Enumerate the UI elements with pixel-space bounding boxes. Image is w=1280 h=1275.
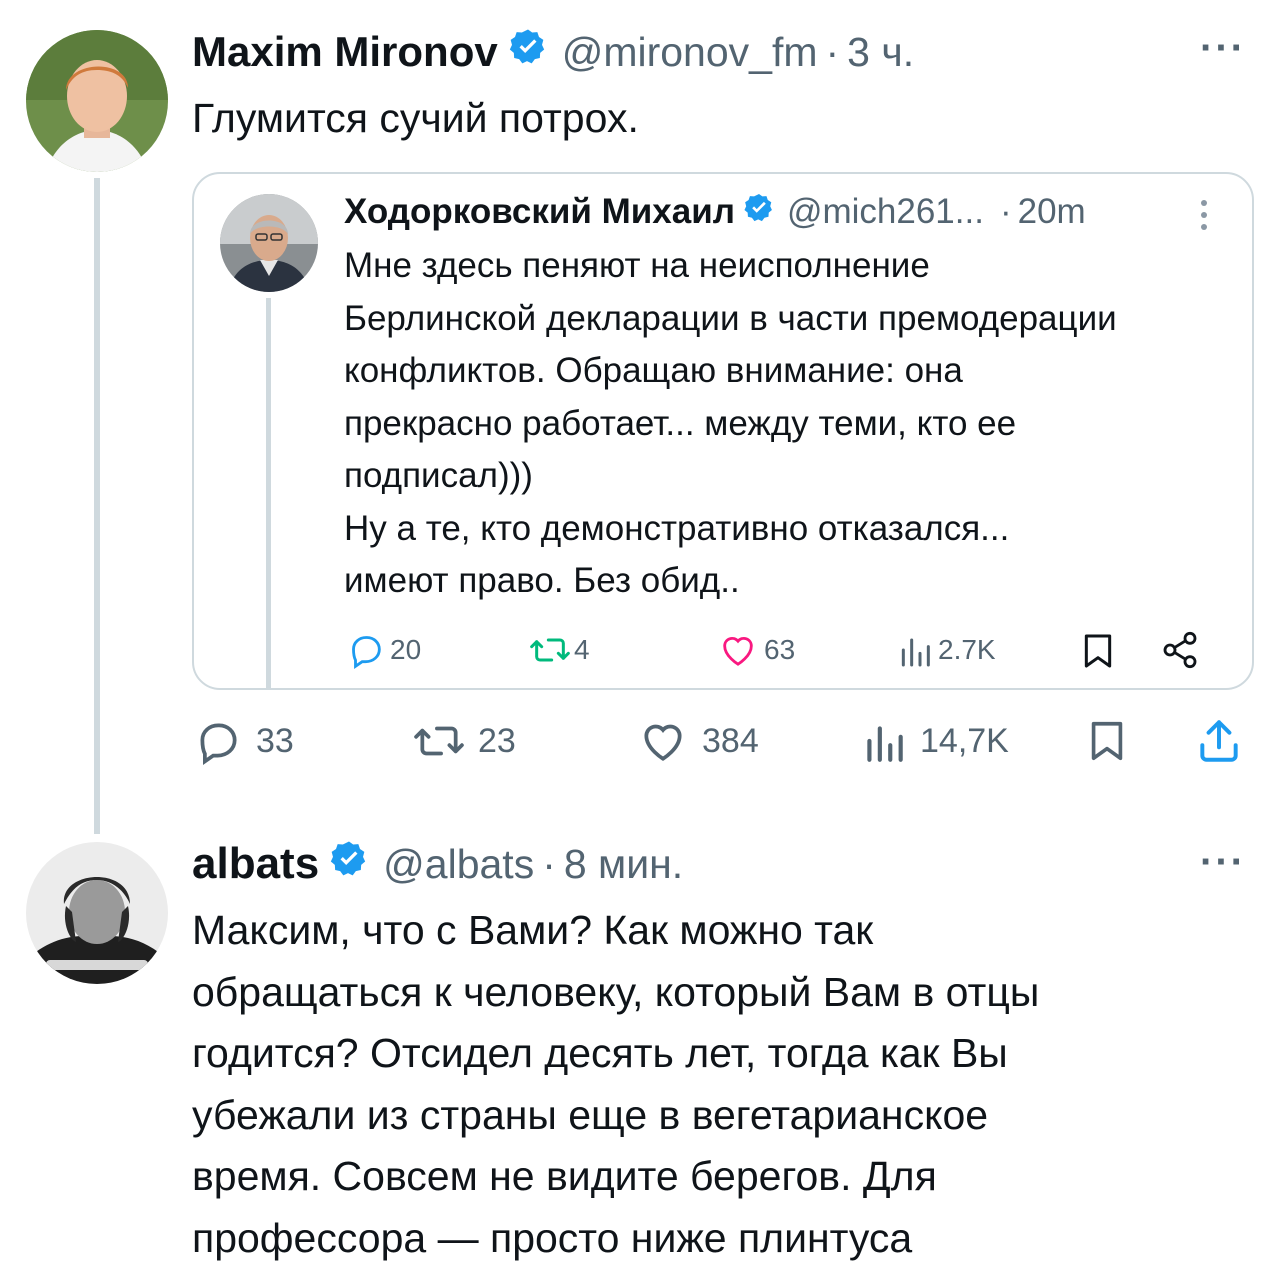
- bookmark-icon[interactable]: [1078, 630, 1118, 677]
- views-icon: [901, 638, 930, 667]
- quoted-like-count: 63: [764, 634, 796, 665]
- retweet-icon: [414, 726, 464, 756]
- like-icon: [644, 724, 682, 761]
- quoted-reply-count: 20: [390, 634, 422, 665]
- tweet-text-line: годится? Отсидел десять лет, тогда как В…: [192, 1030, 1008, 1076]
- quoted-author-handle[interactable]: @mich261...: [787, 192, 984, 232]
- tweet-text-line: убежали из страны еще в вегетарианское: [192, 1091, 989, 1138]
- reply-icon: [352, 636, 381, 670]
- quoted-text-line: имеют право. Без обид..: [344, 561, 740, 600]
- retweet-count: 23: [478, 721, 516, 760]
- quoted-views-count: 2.7K: [938, 634, 996, 665]
- more-icon[interactable]: ···: [1200, 28, 1246, 68]
- tweet-header: Maxim Mironov @mironov_fm · 3 ч.: [192, 26, 914, 78]
- views-button[interactable]: 14,7K: [862, 716, 1009, 766]
- author-handle[interactable]: @albats: [383, 841, 534, 888]
- tweet-text-line: обращаться к человеку, который Вам в отц…: [192, 968, 1040, 1015]
- like-icon: [723, 636, 753, 666]
- quoted-tweet-time[interactable]: 20m: [1018, 192, 1086, 232]
- separator: ·: [825, 28, 840, 75]
- reply-button[interactable]: 33: [192, 716, 294, 766]
- quoted-retweet-button[interactable]: 4: [528, 630, 590, 670]
- quoted-text-line: Мне здесь пеняют на неисполнение: [344, 246, 930, 285]
- quoted-like-button[interactable]: 63: [718, 630, 795, 670]
- tweet-time[interactable]: 8 мин.: [564, 841, 683, 888]
- views-icon: [867, 726, 903, 762]
- verified-badge-icon: [743, 192, 775, 233]
- quoted-thread-line: [266, 298, 271, 690]
- share-icon[interactable]: [1194, 714, 1244, 773]
- tweet-text: Глумится сучий потрох.: [192, 95, 639, 141]
- quoted-text-line: прекрасно работает... между теми, кто ее: [344, 403, 1017, 443]
- separator: ·: [999, 192, 1012, 231]
- tweet-time[interactable]: 3 ч.: [847, 29, 914, 76]
- thread-line: [94, 178, 100, 834]
- avatar-mironov[interactable]: [26, 30, 168, 172]
- quoted-author-name[interactable]: Ходорковский Михаил: [344, 192, 735, 232]
- bookmark-icon[interactable]: [1084, 714, 1130, 773]
- separator: ·: [542, 840, 556, 887]
- more-icon[interactable]: ···: [1200, 842, 1246, 882]
- like-count: 384: [702, 721, 759, 760]
- reply-icon: [200, 723, 237, 766]
- tweet-header: albats @albats · 8 мин.: [192, 836, 683, 892]
- quoted-text-line: конфликтов. Обращаю внимание: она: [344, 351, 963, 390]
- quoted-text-line: Ну а те, кто демонстративно отказался...: [344, 508, 1010, 548]
- quoted-tweet-text: Мне здесь пеняют на неисполнение Берлинс…: [344, 240, 1117, 608]
- quoted-text-line: подписал))): [344, 456, 533, 495]
- tweet-text-line: профессора — просто ниже плинтуса: [192, 1214, 913, 1261]
- author-handle[interactable]: @mironov_fm: [562, 29, 818, 76]
- author-name[interactable]: albats: [192, 839, 319, 889]
- avatar-albats[interactable]: [26, 842, 168, 984]
- tweet-text-line: время. Совсем не видите берегов. Для: [192, 1153, 937, 1199]
- avatar-khodorkovsky[interactable]: [220, 194, 318, 292]
- quoted-retweet-count: 4: [574, 634, 590, 665]
- retweet-button[interactable]: 23: [408, 716, 516, 766]
- author-name[interactable]: Maxim Mironov: [192, 28, 498, 76]
- like-button[interactable]: 384: [636, 716, 759, 766]
- quoted-header: Ходорковский Михаил @mich261... · 20m: [344, 190, 1086, 234]
- quoted-text-line: Берлинской декларации в части премодерац…: [344, 298, 1117, 338]
- more-icon[interactable]: [1198, 198, 1210, 237]
- quoted-reply-button[interactable]: 20: [346, 630, 421, 670]
- quoted-views-button[interactable]: 2.7K: [898, 630, 996, 670]
- retweet-icon: [530, 638, 570, 662]
- share-icon[interactable]: [1160, 630, 1200, 675]
- verified-badge-icon: [329, 839, 369, 889]
- views-count: 14,7K: [920, 721, 1009, 760]
- tweet-text-line: Максим, что с Вами? Как можно так: [192, 907, 874, 953]
- tweet-text: Максим, что с Вами? Как можно так обраща…: [192, 900, 1039, 1269]
- reply-count: 33: [256, 721, 294, 760]
- verified-badge-icon: [508, 27, 548, 77]
